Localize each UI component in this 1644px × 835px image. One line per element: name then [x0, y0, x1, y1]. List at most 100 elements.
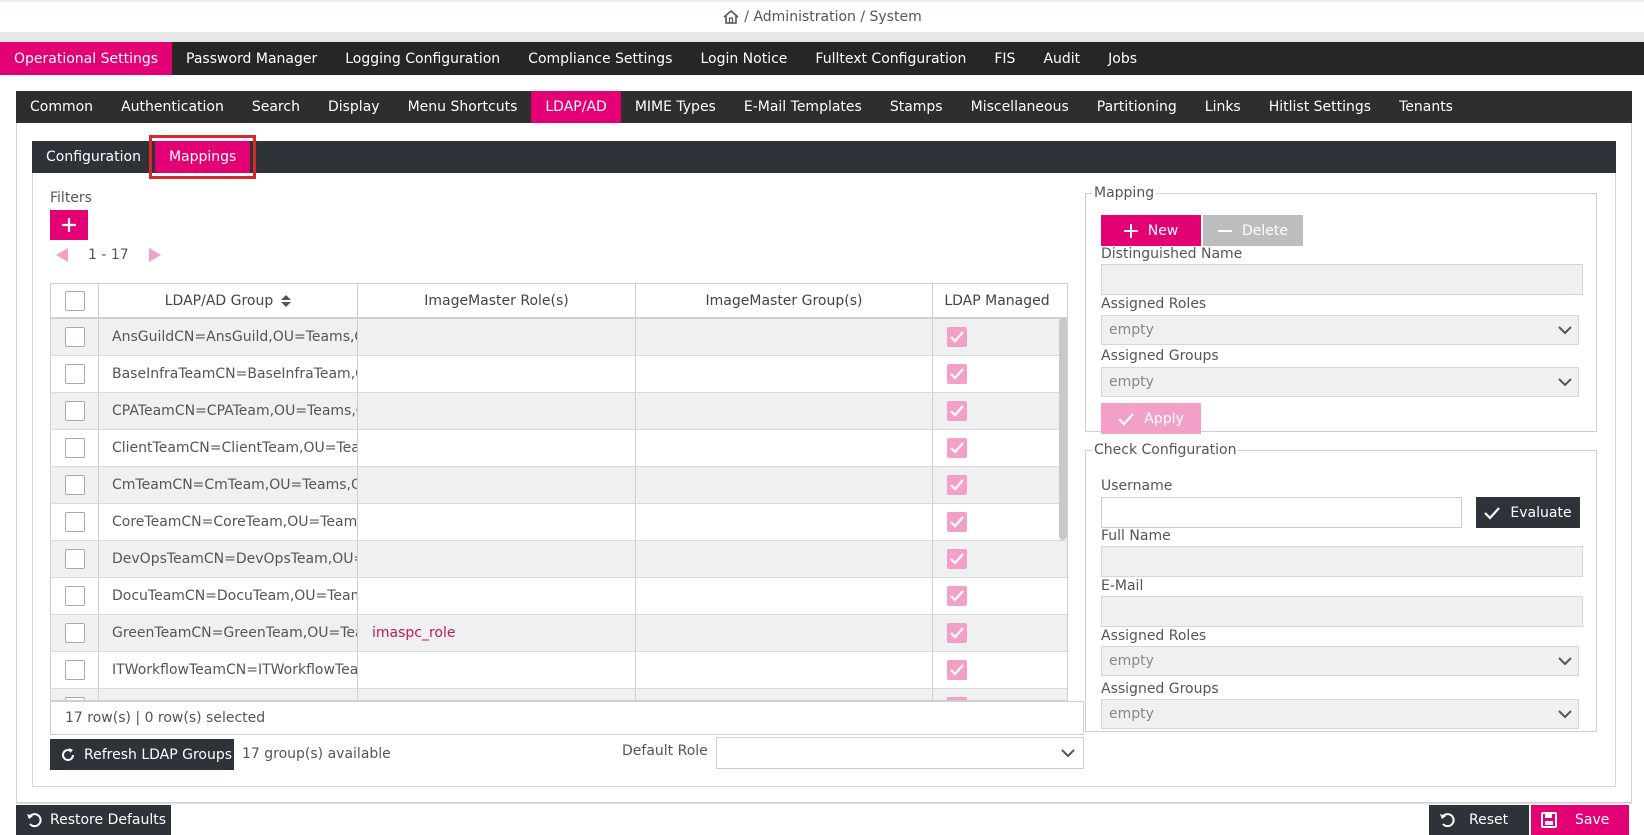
table-row[interactable]: AnsGuildCN=AnsGuild,OU=Teams,OU= [51, 319, 1067, 356]
row-checkbox[interactable] [64, 438, 85, 458]
tab-mime-types[interactable]: MIME Types [621, 91, 730, 123]
table-row[interactable]: CmTeamCN=CmTeam,OU=Teams,OU=C [51, 467, 1067, 504]
refresh-icon [62, 747, 75, 761]
tab-hitlist-settings[interactable]: Hitlist Settings [1255, 91, 1385, 123]
tab-links[interactable]: Links [1191, 91, 1255, 123]
filters-label: Filters [50, 190, 92, 206]
distinguished-name-field [1101, 264, 1583, 295]
table-row[interactable]: ClientTeamCN=ClientTeam,OU=Teams, [51, 430, 1067, 467]
sort-icon[interactable] [281, 294, 292, 307]
mapping-roles-select[interactable]: empty [1101, 315, 1579, 345]
row-checkbox[interactable] [64, 623, 85, 643]
tab-fulltext-configuration[interactable]: Fulltext Configuration [801, 42, 980, 75]
row-checkbox[interactable] [64, 586, 85, 606]
tab-tenants[interactable]: Tenants [1385, 91, 1467, 123]
prev-page-icon[interactable] [56, 248, 68, 262]
dn-label: Distinguished Name [1101, 246, 1243, 262]
tab-email-templates[interactable]: E-Mail Templates [730, 91, 876, 123]
delete-mapping-button[interactable]: Delete [1203, 215, 1303, 246]
select-all-checkbox[interactable] [64, 290, 85, 311]
tab-partitioning[interactable]: Partitioning [1083, 91, 1191, 123]
mapping-groups-select[interactable]: empty [1101, 367, 1579, 397]
header-divider [0, 32, 1644, 42]
tab-jobs[interactable]: Jobs [1094, 42, 1151, 75]
table-row[interactable]: BaseInfraTeamCN=BaseInfraTeam,OU= [51, 356, 1067, 393]
tab-login-notice[interactable]: Login Notice [686, 42, 801, 75]
cell-roles [358, 578, 636, 614]
chevron-down-icon [1061, 749, 1075, 758]
undo-icon [1440, 813, 1455, 828]
tab-miscellaneous[interactable]: Miscellaneous [957, 91, 1083, 123]
tab-operational-settings[interactable]: Operational Settings [0, 42, 173, 75]
table-row[interactable]: DocuTeamCN=DocuTeam,OU=Teams,O [51, 578, 1067, 615]
table-row[interactable]: ITWorkflowTeamCN=ITWorkflowTeam,( [51, 652, 1067, 689]
table-header: LDAP/AD Group ImageMaster Role(s) ImageM… [51, 284, 1067, 319]
cell-ldap-group: DocuTeamCN=DocuTeam,OU=Teams,O [99, 578, 358, 614]
tab-logging-configuration[interactable]: Logging Configuration [331, 42, 514, 75]
home-icon[interactable] [722, 9, 740, 25]
row-checkbox[interactable] [64, 401, 85, 421]
column-roles[interactable]: ImageMaster Role(s) [358, 284, 636, 317]
mapping-roles-label: Assigned Roles [1101, 296, 1207, 312]
cell-ldap-group: ITWorkflowTeamCN=ITWorkflowTeam,( [99, 652, 358, 688]
row-checkbox[interactable] [64, 364, 85, 384]
cell-roles [358, 319, 636, 355]
table-scrollbar[interactable] [1059, 318, 1067, 540]
ldap-managed-checkbox [947, 364, 967, 384]
column-ldap-group[interactable]: LDAP/AD Group [99, 284, 358, 317]
save-icon [1541, 812, 1557, 828]
tab-fis[interactable]: FIS [980, 42, 1029, 75]
row-checkbox[interactable] [64, 327, 85, 347]
row-checkbox[interactable] [64, 475, 85, 495]
cell-groups [636, 652, 933, 688]
tab-audit[interactable]: Audit [1029, 42, 1094, 75]
check-groups-select[interactable]: empty [1101, 699, 1579, 729]
table-row[interactable]: CPATeamCN=CPATeam,OU=Teams,OU= [51, 393, 1067, 430]
next-page-icon[interactable] [148, 248, 161, 262]
column-ldap-managed[interactable]: LDAP Managed [933, 284, 1061, 317]
breadcrumb-path: / Administration / System [744, 9, 922, 25]
add-filter-button[interactable] [50, 210, 88, 240]
reset-button[interactable]: Reset [1429, 805, 1529, 835]
row-checkbox[interactable] [64, 512, 85, 532]
table-row[interactable]: GreenTeamCN=GreenTeam,OU=Teams,imaspc_ro… [51, 615, 1067, 652]
tab-authentication[interactable]: Authentication [107, 91, 238, 123]
cell-roles [358, 430, 636, 466]
restore-defaults-button[interactable]: Restore Defaults [16, 805, 171, 835]
check-groups-label: Assigned Groups [1101, 681, 1219, 697]
check-roles-select[interactable]: empty [1101, 646, 1579, 676]
fullname-label: Full Name [1101, 528, 1171, 544]
default-role-select[interactable] [716, 737, 1084, 769]
username-input[interactable] [1101, 497, 1462, 528]
tab-search[interactable]: Search [238, 91, 314, 123]
table-row[interactable] [51, 689, 1067, 700]
row-checkbox[interactable] [64, 549, 85, 569]
save-button[interactable]: Save [1531, 805, 1629, 835]
tab-ldap-ad[interactable]: LDAP/AD [531, 91, 621, 123]
tab-compliance-settings[interactable]: Compliance Settings [514, 42, 686, 75]
tab-password-manager[interactable]: Password Manager [172, 42, 331, 75]
column-groups[interactable]: ImageMaster Group(s) [636, 284, 933, 317]
table-row[interactable]: DevOpsTeamCN=DevOpsTeam,OU=Tea [51, 541, 1067, 578]
new-mapping-button[interactable]: New [1101, 215, 1201, 246]
evaluate-button[interactable]: Evaluate [1476, 497, 1580, 528]
table-row[interactable]: CoreTeamCN=CoreTeam,OU=Teams,OU [51, 504, 1067, 541]
tab-display[interactable]: Display [314, 91, 394, 123]
ldap-inner-tabs: Configuration Mappings [32, 135, 1616, 179]
tab-stamps[interactable]: Stamps [876, 91, 957, 123]
cell-groups [636, 541, 933, 577]
check-icon [1484, 506, 1501, 520]
tab-configuration[interactable]: Configuration [32, 141, 155, 173]
sub-nav: Common Authentication Search Display Men… [16, 91, 1632, 123]
mapping-legend: Mapping [1094, 185, 1155, 201]
tab-common[interactable]: Common [16, 91, 107, 123]
cell-roles [358, 689, 636, 700]
row-checkbox[interactable] [64, 660, 85, 680]
cell-roles [358, 541, 636, 577]
row-count: 17 row(s) | 0 row(s) selected [65, 710, 266, 726]
apply-button[interactable]: Apply [1101, 403, 1201, 434]
tab-menu-shortcuts[interactable]: Menu Shortcuts [394, 91, 532, 123]
refresh-ldap-groups-button[interactable]: Refresh LDAP Groups [50, 739, 234, 770]
tab-mappings[interactable]: Mappings [148, 135, 257, 179]
breadcrumb: / Administration / System [0, 0, 1644, 32]
